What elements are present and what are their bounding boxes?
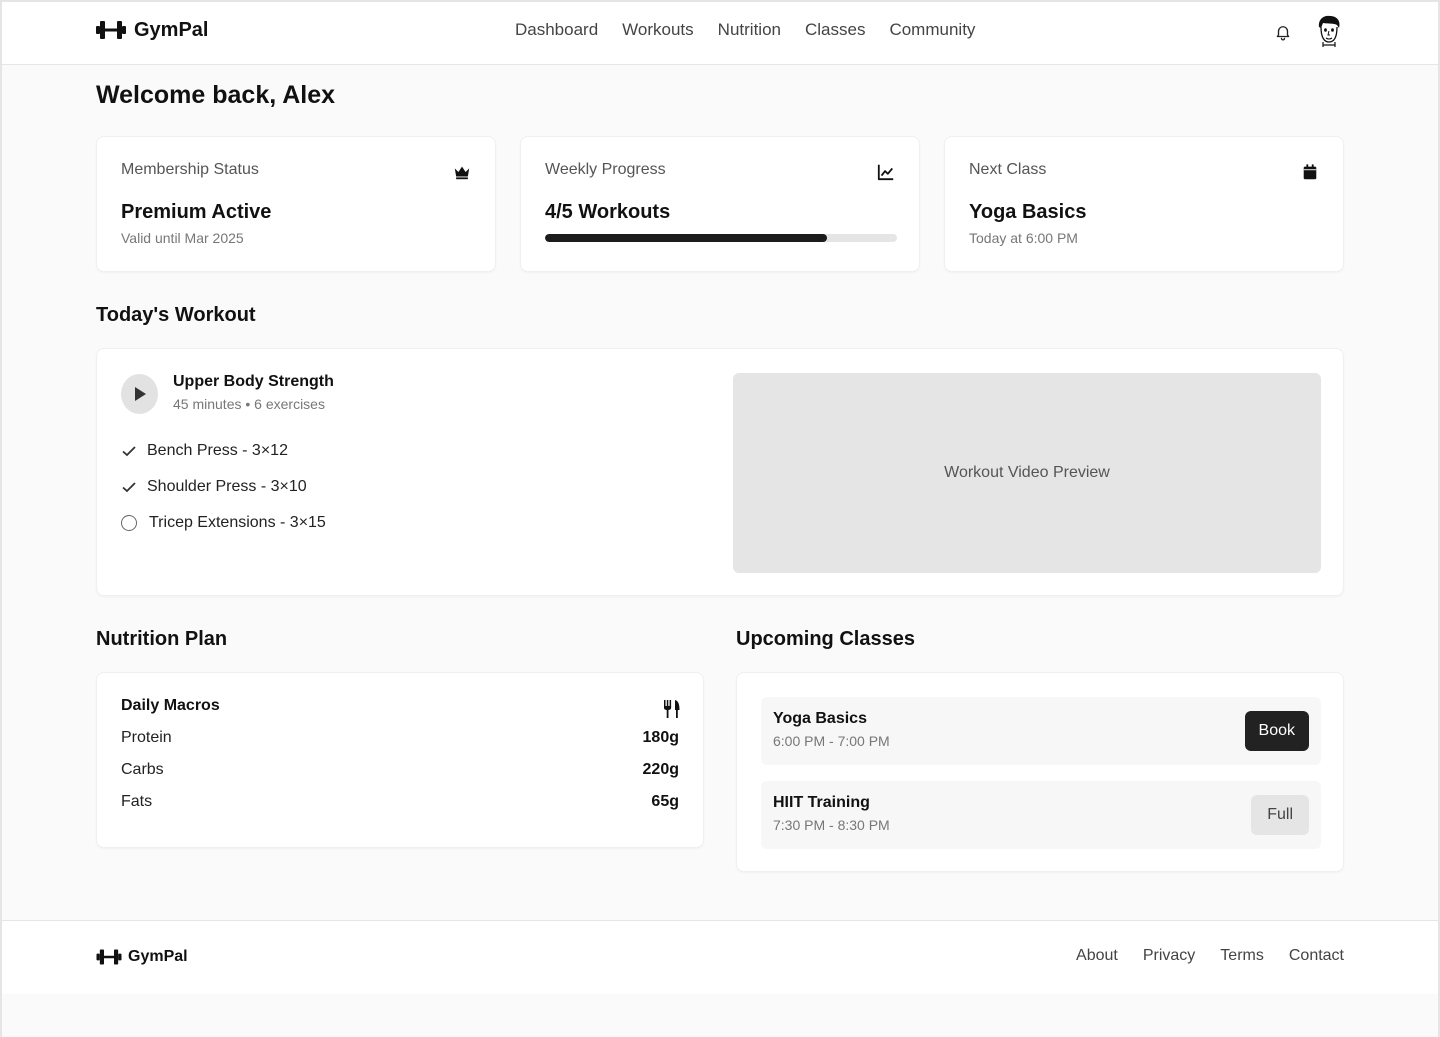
footer-link-privacy[interactable]: Privacy (1143, 947, 1195, 965)
macro-row: Protein 180g (121, 729, 679, 747)
workout-meta: 45 minutes • 6 exercises (173, 396, 325, 412)
brand-logo[interactable]: GymPal (96, 18, 208, 42)
progress-label: Weekly Progress (545, 161, 666, 178)
exercise-label: Bench Press - 3×12 (147, 442, 288, 459)
todays-workout-card: Upper Body Strength 45 minutes • 6 exerc… (96, 348, 1344, 596)
exercise-item[interactable]: Shoulder Press - 3×10 (121, 469, 326, 505)
brand-name: GymPal (134, 18, 209, 41)
nav-item-community[interactable]: Community (889, 20, 975, 40)
weekly-progress-card: Weekly Progress 4/5 Workouts (520, 136, 920, 272)
nav-item-dashboard[interactable]: Dashboard (515, 20, 598, 40)
exercise-list: Bench Press - 3×12 Shoulder Press - 3×10… (121, 433, 326, 541)
todays-workout-heading: Today's Workout (96, 304, 256, 326)
check-icon (121, 443, 137, 459)
membership-value: Premium Active (121, 201, 272, 223)
nav-item-classes[interactable]: Classes (805, 20, 865, 40)
utensils-icon (664, 700, 680, 718)
dumbbell-icon (96, 21, 126, 39)
crown-icon (454, 166, 470, 180)
footer-link-about[interactable]: About (1076, 947, 1118, 965)
class-full-button: Full (1251, 795, 1309, 835)
exercise-label: Shoulder Press - 3×10 (147, 478, 307, 495)
nav-item-workouts[interactable]: Workouts (622, 20, 694, 40)
footer-link-terms[interactable]: Terms (1220, 947, 1264, 965)
macro-name: Fats (121, 793, 153, 810)
exercise-label: Tricep Extensions - 3×15 (149, 514, 326, 531)
header-actions (1274, 14, 1344, 48)
book-class-button[interactable]: Book (1244, 711, 1309, 751)
user-avatar-icon (1318, 15, 1340, 47)
class-time: 6:00 PM - 7:00 PM (773, 733, 890, 749)
calendar-icon (1303, 164, 1317, 180)
play-icon (134, 387, 146, 401)
progress-bar (545, 234, 897, 242)
next-class-label: Next Class (969, 161, 1047, 178)
check-icon (121, 479, 137, 495)
membership-status-card: Membership Status Premium Active Valid u… (96, 136, 496, 272)
workout-title: Upper Body Strength (173, 373, 334, 390)
membership-label: Membership Status (121, 161, 259, 178)
chart-line-icon (877, 164, 894, 181)
footer-link-contact[interactable]: Contact (1289, 947, 1344, 965)
daily-macros-title: Daily Macros (121, 697, 220, 714)
membership-validity: Valid until Mar 2025 (121, 230, 244, 246)
play-workout-button[interactable] (121, 374, 158, 414)
exercise-item[interactable]: Tricep Extensions - 3×15 (121, 505, 326, 541)
class-item: HIIT Training 7:30 PM - 8:30 PM Full (761, 781, 1321, 849)
macro-value: 65g (651, 793, 679, 810)
footer-brand[interactable]: GymPal (96, 947, 188, 967)
top-navigation-bar: GymPal Dashboard Workouts Nutrition Clas… (2, 2, 1438, 65)
main-nav: Dashboard Workouts Nutrition Classes Com… (515, 20, 975, 40)
class-name: HIIT Training (773, 794, 870, 811)
nav-item-nutrition[interactable]: Nutrition (718, 20, 781, 40)
page-title: Welcome back, Alex (96, 81, 336, 109)
macro-value: 220g (642, 761, 679, 778)
progress-bar-fill (545, 234, 827, 242)
circle-outline-icon (121, 515, 137, 531)
next-class-card: Next Class Yoga Basics Today at 6:00 PM (944, 136, 1344, 272)
class-item: Yoga Basics 6:00 PM - 7:00 PM Book (761, 697, 1321, 765)
class-time: 7:30 PM - 8:30 PM (773, 817, 890, 833)
footer-brand-name: GymPal (128, 948, 188, 965)
class-name: Yoga Basics (773, 710, 867, 727)
avatar[interactable] (1314, 14, 1344, 48)
bell-icon[interactable] (1274, 23, 1292, 41)
macro-name: Carbs (121, 761, 164, 778)
footer-links: About Privacy Terms Contact (1076, 947, 1344, 965)
workout-video-preview[interactable]: Workout Video Preview (733, 373, 1321, 573)
macro-value: 180g (642, 729, 679, 746)
next-class-time: Today at 6:00 PM (969, 230, 1078, 246)
progress-value: 4/5 Workouts (545, 201, 671, 223)
macro-row: Fats 65g (121, 793, 679, 811)
upcoming-classes-card: Yoga Basics 6:00 PM - 7:00 PM Book HIIT … (736, 672, 1344, 872)
macro-name: Protein (121, 729, 172, 746)
dumbbell-icon (96, 949, 122, 965)
page-footer: GymPal About Privacy Terms Contact (2, 920, 1438, 994)
next-class-value: Yoga Basics (969, 201, 1087, 223)
nutrition-plan-card: Daily Macros Protein 180g Carbs 220g Fat… (96, 672, 704, 848)
exercise-item[interactable]: Bench Press - 3×12 (121, 433, 326, 469)
nutrition-plan-heading: Nutrition Plan (96, 628, 228, 650)
macro-row: Carbs 220g (121, 761, 679, 779)
upcoming-classes-heading: Upcoming Classes (736, 628, 915, 650)
